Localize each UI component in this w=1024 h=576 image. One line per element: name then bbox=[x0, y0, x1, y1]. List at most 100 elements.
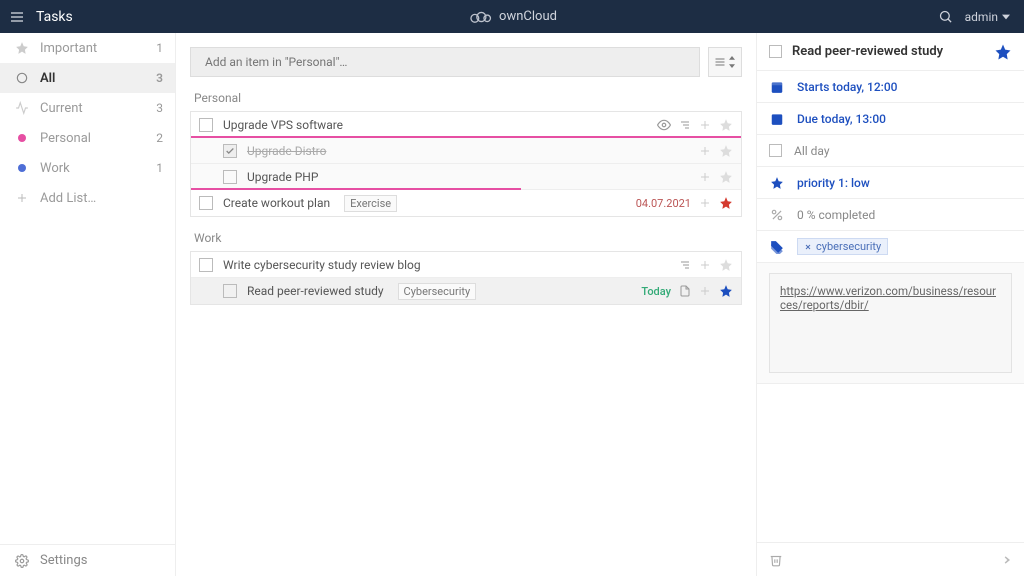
note-icon[interactable] bbox=[679, 285, 691, 297]
tag-chip[interactable]: cybersecurity bbox=[797, 238, 888, 255]
panel-tags-row[interactable]: cybersecurity bbox=[757, 231, 1024, 263]
task-row[interactable]: Upgrade Distro bbox=[191, 138, 741, 164]
dot-icon bbox=[18, 164, 26, 172]
star-icon[interactable] bbox=[719, 170, 733, 184]
owncloud-icon bbox=[467, 9, 493, 25]
activity-icon bbox=[15, 101, 29, 115]
panel-progress-row[interactable]: 0 % completed bbox=[757, 199, 1024, 231]
star-icon[interactable] bbox=[719, 144, 733, 158]
sidebar-item-important[interactable]: Important 1 bbox=[0, 33, 175, 63]
panel-due-row[interactable]: Due today, 13:00 bbox=[757, 103, 1024, 135]
sort-arrows-icon bbox=[728, 56, 736, 68]
sidebar-item-label: Personal bbox=[40, 131, 91, 146]
star-icon[interactable] bbox=[994, 43, 1012, 61]
task-due-date: 04.07.2021 bbox=[636, 197, 691, 210]
settings-button[interactable]: Settings bbox=[0, 544, 175, 576]
topbar: Tasks ownCloud admin bbox=[0, 0, 1024, 33]
trash-icon[interactable] bbox=[769, 553, 783, 567]
task-list-work: Write cybersecurity study review blog Re… bbox=[190, 251, 742, 305]
allday-checkbox[interactable] bbox=[769, 144, 782, 157]
star-icon[interactable] bbox=[719, 258, 733, 272]
task-checkbox[interactable] bbox=[223, 284, 237, 298]
search-icon[interactable] bbox=[938, 9, 953, 24]
plus-icon[interactable] bbox=[699, 197, 711, 209]
user-label: admin bbox=[965, 10, 998, 24]
task-row[interactable]: Write cybersecurity study review blog bbox=[191, 252, 741, 278]
tags-icon bbox=[770, 240, 784, 254]
task-label: Upgrade PHP bbox=[247, 170, 318, 184]
star-icon bbox=[15, 41, 29, 55]
star-icon bbox=[770, 176, 784, 190]
user-menu[interactable]: admin bbox=[965, 10, 1010, 24]
task-list-personal: Upgrade VPS software Upgrade Distro bbox=[190, 111, 742, 217]
task-row[interactable]: Create workout plan Exercise 04.07.2021 bbox=[191, 190, 741, 216]
task-row[interactable]: Read peer-reviewed study Cybersecurity T… bbox=[191, 278, 741, 304]
sidebar-item-current[interactable]: Current 3 bbox=[0, 93, 175, 123]
panel-title: Read peer-reviewed study bbox=[792, 44, 943, 59]
task-checkbox[interactable] bbox=[199, 196, 213, 210]
plus-icon[interactable] bbox=[699, 285, 711, 297]
panel-allday-row[interactable]: All day bbox=[757, 135, 1024, 167]
arrow-right-icon[interactable] bbox=[996, 552, 1012, 568]
sidebar-item-label: All bbox=[40, 71, 55, 86]
plus-icon bbox=[16, 192, 28, 204]
sidebar-item-all[interactable]: All 3 bbox=[0, 63, 175, 93]
plus-icon[interactable] bbox=[699, 145, 711, 157]
star-icon[interactable] bbox=[719, 118, 733, 132]
task-due-date: Today bbox=[641, 285, 671, 298]
task-row[interactable]: Upgrade VPS software bbox=[191, 112, 741, 138]
panel-note[interactable]: https://www.verizon.com/business/resourc… bbox=[769, 273, 1012, 373]
plus-icon[interactable] bbox=[699, 259, 711, 271]
subtasks-icon[interactable] bbox=[679, 119, 691, 131]
task-checkbox[interactable] bbox=[223, 144, 237, 158]
add-list-button[interactable]: Add List… bbox=[0, 183, 175, 213]
brand-label: ownCloud bbox=[499, 9, 557, 24]
list-icon bbox=[714, 56, 726, 68]
section-title-work: Work bbox=[194, 231, 742, 245]
add-task-input[interactable] bbox=[190, 47, 700, 77]
sidebar-item-personal[interactable]: Personal 2 bbox=[0, 123, 175, 153]
task-checkbox[interactable] bbox=[223, 170, 237, 184]
sidebar-item-count: 2 bbox=[156, 131, 163, 145]
panel-start-row[interactable]: Starts today, 12:00 bbox=[757, 71, 1024, 103]
sidebar-item-work[interactable]: Work 1 bbox=[0, 153, 175, 183]
task-checkbox[interactable] bbox=[769, 45, 782, 58]
task-row[interactable]: Upgrade PHP bbox=[191, 164, 741, 190]
caret-down-icon bbox=[1002, 13, 1010, 21]
task-checkbox[interactable] bbox=[199, 258, 213, 272]
check-icon bbox=[225, 146, 235, 156]
brand: ownCloud bbox=[467, 9, 557, 25]
menu-icon bbox=[9, 9, 25, 25]
dot-icon bbox=[18, 134, 26, 142]
panel-allday-label: All day bbox=[794, 144, 830, 158]
task-label: Read peer-reviewed study bbox=[247, 284, 384, 298]
plus-icon[interactable] bbox=[699, 119, 711, 131]
sidebar-item-count: 1 bbox=[156, 41, 163, 55]
add-list-label: Add List… bbox=[40, 191, 96, 206]
note-link[interactable]: https://www.verizon.com/business/resourc… bbox=[780, 284, 996, 312]
task-label: Upgrade VPS software bbox=[223, 118, 343, 132]
panel-priority-row[interactable]: priority 1: low bbox=[757, 167, 1024, 199]
plus-icon[interactable] bbox=[699, 171, 711, 183]
task-label: Create workout plan bbox=[223, 196, 330, 210]
sidebar-item-count: 3 bbox=[156, 101, 163, 115]
sidebar-item-label: Current bbox=[40, 101, 83, 116]
star-icon[interactable] bbox=[719, 196, 733, 210]
task-label: Write cybersecurity study review blog bbox=[223, 258, 421, 272]
details-panel: Read peer-reviewed study Starts today, 1… bbox=[756, 33, 1024, 576]
subtasks-icon[interactable] bbox=[679, 259, 691, 271]
task-checkbox[interactable] bbox=[199, 118, 213, 132]
close-icon[interactable] bbox=[804, 243, 812, 251]
sidebar: Important 1 All 3 Current 3 Personal 2 W… bbox=[0, 33, 176, 576]
eye-icon[interactable] bbox=[657, 118, 671, 132]
sort-button[interactable] bbox=[708, 47, 742, 77]
panel-progress-label: 0 % completed bbox=[797, 208, 875, 222]
settings-label: Settings bbox=[40, 553, 87, 568]
star-icon[interactable] bbox=[719, 284, 733, 298]
sidebar-item-count: 3 bbox=[156, 71, 163, 85]
circle-icon bbox=[15, 71, 29, 85]
hamburger-menu[interactable] bbox=[0, 0, 34, 33]
panel-footer bbox=[757, 542, 1024, 576]
task-category-badge: Exercise bbox=[344, 195, 397, 212]
main-content: Personal Upgrade VPS software Upgrade Di… bbox=[176, 33, 756, 576]
